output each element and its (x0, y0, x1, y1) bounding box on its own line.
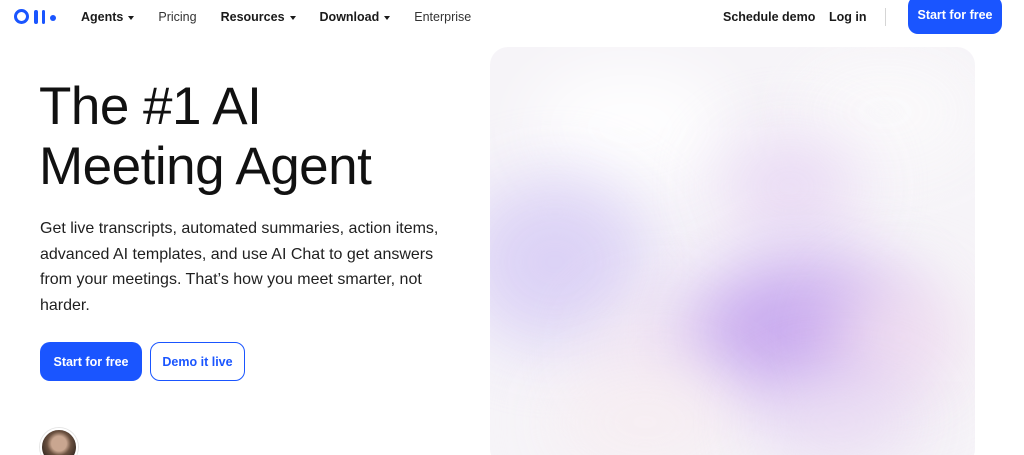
nav-item-label: Agents (81, 10, 124, 24)
avatar (40, 428, 78, 455)
start-free-nav-button[interactable]: Start for free (908, 0, 1002, 34)
gradient-blob (720, 137, 860, 237)
nav-links: Agents Pricing Resources Download Enterp… (81, 0, 495, 34)
top-navigation: Agents Pricing Resources Download Enterp… (0, 0, 1024, 34)
chevron-down-icon (384, 15, 391, 20)
otter-logo[interactable] (14, 9, 56, 24)
nav-item-label: Pricing (158, 10, 197, 24)
page: Agents Pricing Resources Download Enterp… (0, 0, 1024, 455)
nav-item-agents[interactable]: Agents (81, 10, 135, 24)
logo-circle-icon (14, 9, 29, 24)
logo-bar-icon (41, 9, 45, 24)
hero-cta-group: Start for free Demo it live (40, 342, 245, 381)
nav-item-resources[interactable]: Resources (221, 10, 296, 24)
hero-visual (490, 47, 975, 455)
nav-item-label: Enterprise (414, 10, 472, 24)
nav-item-label: Download (319, 10, 380, 24)
hero-subtitle: Get live transcripts, automated summarie… (40, 220, 439, 314)
nav-item-download[interactable]: Download (320, 10, 391, 24)
nav-divider (885, 8, 886, 26)
logo-bar-icon (34, 9, 38, 24)
logo-dot-icon (50, 14, 56, 21)
hero-title: The #1 AI Meeting Agent (39, 77, 479, 197)
demo-live-button[interactable]: Demo it live (150, 342, 245, 381)
nav-item-label: Resources (220, 10, 285, 24)
chevron-down-icon (289, 15, 296, 20)
start-free-button[interactable]: Start for free (40, 342, 142, 381)
gradient-blob (530, 67, 730, 187)
hero-title-line: The #1 AI (39, 77, 262, 136)
hero-title-line: Meeting Agent (39, 137, 372, 196)
schedule-demo-link[interactable]: Schedule demo (723, 10, 815, 24)
nav-item-enterprise[interactable]: Enterprise (414, 10, 471, 24)
nav-item-pricing[interactable]: Pricing (158, 10, 196, 24)
chevron-down-icon (128, 15, 135, 20)
login-link[interactable]: Log in (829, 10, 867, 24)
